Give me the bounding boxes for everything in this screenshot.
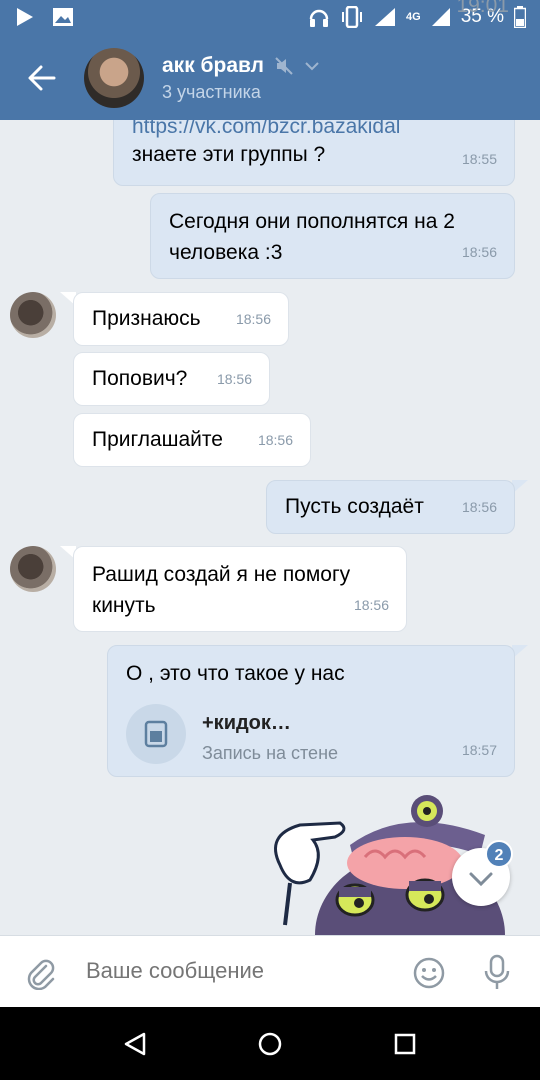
nav-home-icon[interactable] xyxy=(257,1031,283,1057)
muted-icon xyxy=(275,57,293,75)
message-time: 18:56 xyxy=(461,499,497,515)
vibrate-icon xyxy=(342,6,362,28)
network-type: 4G xyxy=(406,11,421,23)
message-text: О , это что такое у нас xyxy=(126,662,345,685)
message-time: 18:55 xyxy=(461,151,497,167)
message-outgoing[interactable]: О , это что такое у нас +кидок… Запись н… xyxy=(107,645,515,777)
message-text: человека :3 xyxy=(169,241,283,264)
unread-count-badge: 2 xyxy=(485,840,513,868)
sender-avatar[interactable] xyxy=(10,546,56,592)
system-navigation-bar xyxy=(0,1007,540,1080)
wall-post-subtitle: Запись на стене xyxy=(202,743,339,763)
sender-avatar[interactable] xyxy=(10,292,56,338)
message-outgoing[interactable]: Сегодня они пополнятся на 2 человека :3 … xyxy=(150,193,515,279)
message-text: Пусть создаёт xyxy=(285,495,424,518)
chevron-down-icon xyxy=(305,62,319,71)
message-outgoing[interactable]: https://vk.com/bzcr.bazakidal знаете эти… xyxy=(113,120,515,186)
back-arrow-icon[interactable] xyxy=(26,62,58,94)
message-time: 18:57 xyxy=(461,742,497,758)
chat-title: акк бравл xyxy=(162,54,264,77)
message-composer xyxy=(0,935,540,1007)
signal-icon-2 xyxy=(431,8,450,26)
battery-icon xyxy=(514,6,526,28)
microphone-icon[interactable] xyxy=(482,954,512,992)
message-time: 18:56 xyxy=(216,371,252,387)
smile-icon[interactable] xyxy=(412,956,446,990)
message-text: Приглашайте xyxy=(92,428,223,451)
message-outgoing[interactable]: Пусть создаёт 18:56 xyxy=(266,480,515,534)
message-time: 18:56 xyxy=(461,244,497,260)
clock: 19:01 xyxy=(456,0,509,17)
message-incoming[interactable]: Признаюсь 18:56 xyxy=(73,292,289,346)
nav-recents-icon[interactable] xyxy=(393,1032,417,1056)
message-list[interactable]: https://vk.com/bzcr.bazakidal знаете эти… xyxy=(0,120,540,935)
message-incoming[interactable]: Рашид создай я не помогу кинуть 18:56 xyxy=(73,546,407,632)
attach-paperclip-icon[interactable] xyxy=(24,956,58,990)
wall-post-attachment[interactable]: +кидок… Запись на стене xyxy=(126,704,486,766)
message-incoming[interactable]: Попович? 18:56 xyxy=(73,352,270,406)
nav-back-icon[interactable] xyxy=(122,1031,148,1057)
chat-avatar[interactable] xyxy=(84,48,144,108)
message-text: Рашид создай я не помогу xyxy=(92,563,351,586)
headphones-icon xyxy=(309,9,329,27)
chat-title-row[interactable]: акк бравл xyxy=(162,54,320,78)
message-text: кинуть xyxy=(92,594,156,617)
message-link[interactable]: https://vk.com/bzcr.bazakidal xyxy=(132,120,496,139)
participants-count: 3 участника xyxy=(162,82,261,102)
signal-icon xyxy=(375,8,395,26)
status-bar: 4G 35 % 19:01 xyxy=(0,0,540,36)
wall-post-icon xyxy=(126,704,186,764)
message-text: Попович? xyxy=(92,367,188,390)
message-time: 18:56 xyxy=(257,432,293,448)
message-text: знаете эти группы ? xyxy=(132,143,326,166)
gallery-icon xyxy=(53,8,73,26)
chat-header: акк бравл 3 участника xyxy=(0,36,540,120)
message-input[interactable] xyxy=(86,958,386,984)
message-text: Сегодня они пополнятся на 2 xyxy=(169,210,455,233)
play-store-icon xyxy=(17,8,33,26)
wall-post-title: +кидок… xyxy=(202,712,291,734)
message-incoming[interactable]: Приглашайте 18:56 xyxy=(73,413,311,467)
message-time: 18:56 xyxy=(353,597,389,613)
message-time: 18:56 xyxy=(235,311,271,327)
message-text: Признаюсь xyxy=(92,307,201,330)
